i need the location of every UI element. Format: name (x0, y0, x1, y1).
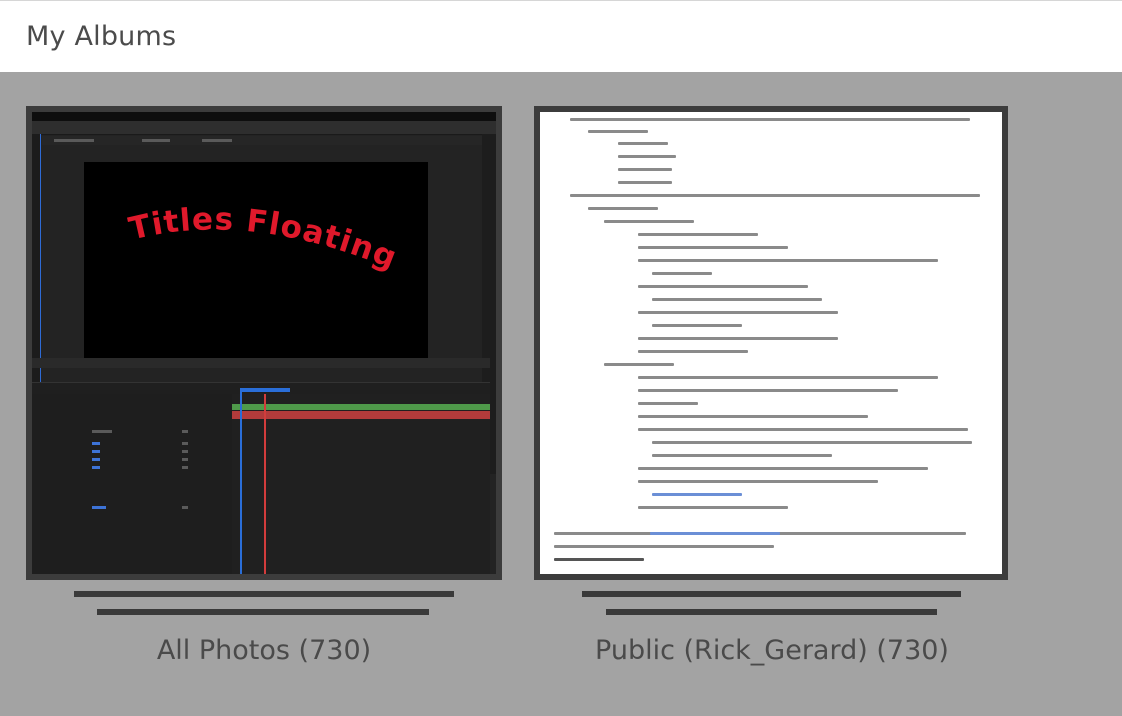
album-thumbnail[interactable] (534, 106, 1008, 580)
album-stack-edge (97, 609, 429, 615)
album-label[interactable]: All Photos (730) (26, 635, 502, 666)
album-stack-edge (582, 591, 961, 597)
ae-tabs (42, 136, 492, 145)
album-all-photos[interactable]: Titles Floating All Photos (730) (26, 106, 502, 666)
after-effects-screenshot-image: Titles Floating (32, 112, 496, 574)
ae-work-area-marker (240, 388, 242, 574)
ae-time-ruler (240, 388, 290, 392)
album-label[interactable]: Public (Rick_Gerard) (730) (534, 635, 1010, 666)
ae-layers-panel (32, 394, 232, 574)
svg-text:Titles Floating: Titles Floating (126, 201, 403, 276)
page-header: My Albums (0, 0, 1122, 72)
album-thumbnail[interactable]: Titles Floating (26, 106, 502, 580)
ae-menubar (32, 112, 496, 127)
ae-layer-bar (232, 404, 490, 410)
ae-viewer-controls (32, 358, 490, 368)
document-screenshot-image (540, 112, 1002, 574)
album-stack-edge (606, 609, 937, 615)
ae-playhead (264, 394, 266, 574)
ae-composition-viewer: Titles Floating (84, 162, 428, 358)
ae-selected-layer-bar (232, 411, 490, 419)
ae-toolbar (32, 121, 496, 135)
page-title: My Albums (26, 21, 177, 52)
album-stack-edge (74, 591, 454, 597)
album-public-rick-gerard[interactable]: Public (Rick_Gerard) (730) (534, 106, 1010, 666)
ae-left-panel (32, 134, 41, 384)
ae-timeline-tracks (232, 394, 490, 574)
titles-floating-overlay-text: Titles Floating (126, 201, 402, 276)
